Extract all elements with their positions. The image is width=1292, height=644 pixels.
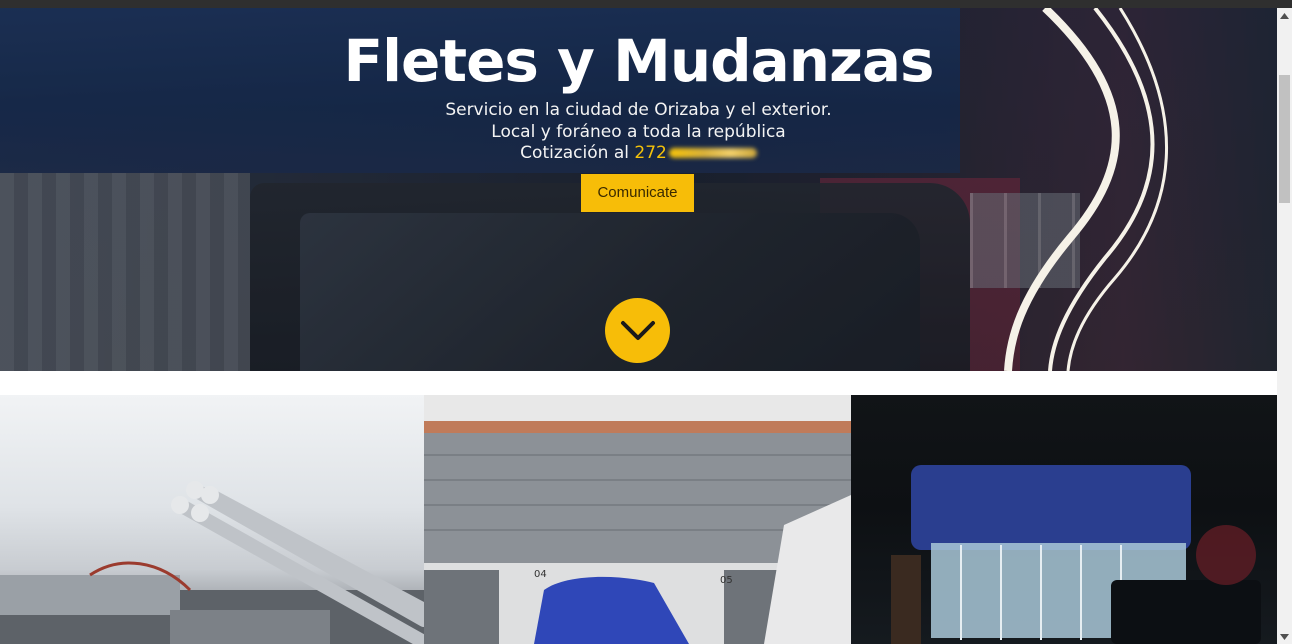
browser-top-strip bbox=[0, 0, 1292, 8]
hero-section: Fletes y Mudanzas Servicio en la ciudad … bbox=[0, 8, 1277, 371]
gallery-photo-night-truck[interactable] bbox=[851, 395, 1277, 644]
phone-link[interactable]: 272 bbox=[634, 143, 757, 163]
phone-blurred bbox=[668, 148, 757, 158]
hero-line-coverage: Local y foráneo a toda la república bbox=[491, 121, 786, 142]
hero-line-quote: Cotización al 272 bbox=[0, 143, 1277, 165]
gallery-photo-tubes[interactable] bbox=[0, 395, 424, 644]
hero-subtitle: Servicio en la ciudad de Orizaba y el ex… bbox=[0, 100, 1277, 165]
hero-line-service: Servicio en la ciudad de Orizaba y el ex… bbox=[445, 100, 832, 120]
phone-number: 272 bbox=[634, 143, 667, 163]
photo-warehouse-icon bbox=[424, 395, 851, 644]
warehouse-sign-05: 05 bbox=[720, 575, 733, 586]
scroll-up-arrow-icon[interactable] bbox=[1277, 8, 1292, 23]
photo-night-truck-icon bbox=[891, 465, 1261, 644]
contact-button[interactable]: Comunicate bbox=[581, 174, 694, 212]
quote-prefix: Cotización al bbox=[520, 143, 635, 163]
scroll-down-arrow-icon[interactable] bbox=[1277, 629, 1292, 644]
warehouse-sign-04: 04 bbox=[534, 569, 547, 580]
photo-tubes-icon bbox=[0, 481, 424, 644]
photo-gallery: 04 05 bbox=[0, 395, 1277, 644]
page-scrollbar[interactable] bbox=[1277, 8, 1292, 644]
scrollbar-thumb[interactable] bbox=[1279, 75, 1290, 203]
page-title: Fletes y Mudanzas bbox=[343, 27, 935, 95]
scroll-down-button[interactable] bbox=[605, 298, 670, 363]
chevron-down-icon bbox=[620, 320, 655, 340]
gallery-photo-warehouse[interactable]: 04 05 bbox=[424, 395, 851, 644]
